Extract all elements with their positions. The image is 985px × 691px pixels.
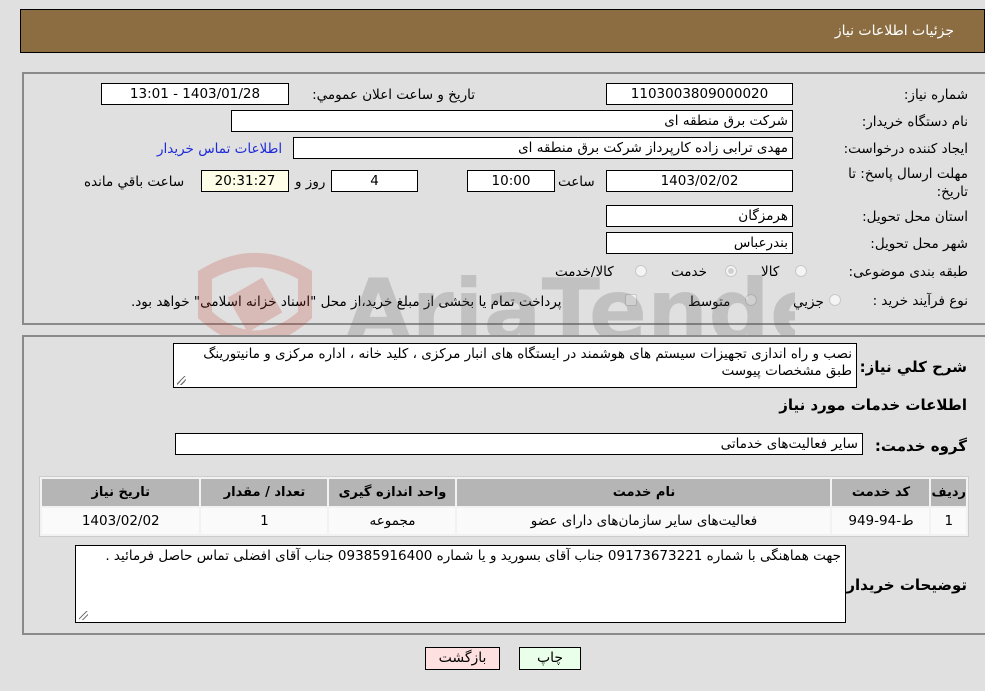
description-text: نصب و راه اندازی تجهیزات سیستم های هوشمن… <box>203 346 852 379</box>
description-label: شرح كلي نياز: <box>859 358 967 376</box>
service-group-field[interactable]: سایر فعالیت‌های خدماتی <box>175 433 863 455</box>
deadline-label: مهلت ارسال پاسخ: تا تاریخ: <box>848 166 968 200</box>
category-option-goods: کالا <box>761 264 780 280</box>
treasury-checkbox[interactable] <box>625 294 637 306</box>
col-header-service-name: نام خدمت <box>457 479 831 506</box>
remaining-days-label: روز و <box>295 174 326 190</box>
category-label: طبقه بندی موضوعی: <box>848 264 968 280</box>
table-row: 1 ط-94-949 فعالیت‌های سایر سازمان‌های دا… <box>42 508 966 534</box>
purchase-type-option-minor: جزيي <box>793 294 824 310</box>
col-header-unit: واحد اندازه گیری <box>329 479 456 506</box>
purchase-type-label: نوع فرآیند خرید : <box>872 293 968 309</box>
resize-grip-icon[interactable] <box>79 611 88 620</box>
buyer-org-label: نام دستگاه خریدار: <box>861 114 968 130</box>
purchase-type-radio-minor[interactable] <box>829 294 841 306</box>
cell-service-name: فعالیت‌های سایر سازمان‌های دارای عضو <box>457 508 831 534</box>
announce-datetime-label: تاریخ و ساعت اعلان عمومي: <box>312 87 475 103</box>
requester-field[interactable]: مهدی ترابی زاده کارپرداز شرکت برق منطقه … <box>293 137 793 159</box>
purchase-type-radio-medium[interactable] <box>745 294 757 306</box>
col-header-quantity: تعداد / مقدار <box>201 479 328 506</box>
buyer-contact-link[interactable]: اطلاعات تماس خریدار <box>157 141 282 157</box>
province-label: استان محل تحویل: <box>862 209 968 225</box>
cell-need-date: 1403/02/02 <box>42 508 200 534</box>
category-option-goods-service: کالا/خدمت <box>555 264 614 280</box>
city-field[interactable]: بندرعباس <box>606 232 793 254</box>
col-header-row-number: ردیف <box>931 479 966 506</box>
need-number-label: شماره نیاز: <box>903 87 968 103</box>
need-number-field[interactable]: 1103003809000020 <box>606 83 793 105</box>
remaining-time-field: 20:31:27 <box>201 170 289 192</box>
deadline-time-label: ساعت <box>558 174 595 190</box>
resize-grip-icon[interactable] <box>177 376 186 385</box>
remaining-time-label: ساعت باقي مانده <box>84 174 185 190</box>
buyer-notes-text: جهت هماهنگی با شماره 09173673221 جناب آق… <box>105 548 841 564</box>
province-field[interactable]: هرمزگان <box>606 205 793 227</box>
cell-service-code: ط-94-949 <box>832 508 930 534</box>
remaining-days-field[interactable]: 4 <box>331 170 418 192</box>
services-table-header-row: ردیف کد خدمت نام خدمت واحد اندازه گیری ت… <box>42 479 966 506</box>
category-radio-goods[interactable] <box>795 265 807 277</box>
service-group-label: گروه خدمت: <box>874 437 967 455</box>
cell-quantity: 1 <box>201 508 328 534</box>
page-title: جزئیات اطلاعات نیاز <box>834 23 954 39</box>
purchase-type-option-medium: متوسط <box>688 294 731 310</box>
city-label: شهر محل تحویل: <box>870 236 968 252</box>
buyer-notes-textarea[interactable]: جهت هماهنگی با شماره 09173673221 جناب آق… <box>75 545 846 623</box>
cell-row-number: 1 <box>931 508 966 534</box>
category-radio-goods-service[interactable] <box>635 265 647 277</box>
category-radio-service[interactable] <box>725 265 737 277</box>
services-table: ردیف کد خدمت نام خدمت واحد اندازه گیری ت… <box>39 476 969 537</box>
cell-unit: مجموعه <box>329 508 456 534</box>
col-header-need-date: تاریخ نیاز <box>42 479 200 506</box>
buyer-org-field[interactable]: شرکت برق منطقه ای <box>231 110 793 132</box>
page-header: جزئیات اطلاعات نیاز <box>20 9 985 53</box>
deadline-date-field[interactable]: 1403/02/02 <box>606 170 793 192</box>
buyer-notes-label: توضیحات خریدار: <box>840 576 967 594</box>
requester-label: ایجاد کننده درخواست: <box>843 141 968 157</box>
category-option-service: خدمت <box>671 264 707 280</box>
col-header-service-code: کد خدمت <box>832 479 930 506</box>
description-textarea[interactable]: نصب و راه اندازی تجهیزات سیستم های هوشمن… <box>173 343 857 388</box>
services-section-title: اطلاعات خدمات مورد نیاز <box>779 396 967 414</box>
treasury-note: پرداخت تمام یا بخشی از مبلغ خرید،از محل … <box>131 294 562 310</box>
print-button[interactable]: چاپ <box>519 647 581 670</box>
back-button[interactable]: بازگشت <box>425 647 500 670</box>
deadline-time-field[interactable]: 10:00 <box>467 170 555 192</box>
announce-datetime-field[interactable]: 1403/01/28 - 13:01 <box>101 83 289 105</box>
